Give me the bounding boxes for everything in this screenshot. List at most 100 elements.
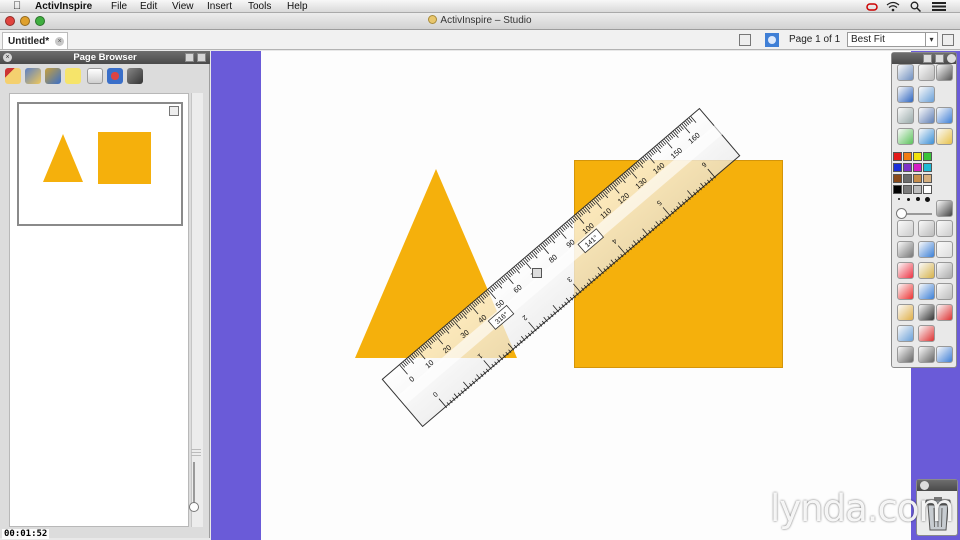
voting-browser-icon[interactable] — [127, 68, 143, 84]
activinspire-status-icon[interactable] — [866, 2, 878, 12]
thumbnail-square — [98, 132, 151, 184]
pen-width-option[interactable] — [907, 197, 910, 201]
export-icon[interactable] — [918, 107, 935, 124]
ruler-inch-label: 2 — [521, 313, 529, 321]
color-swatch[interactable] — [893, 163, 902, 172]
document-proxy-icon — [428, 15, 438, 24]
fill-icon[interactable] — [918, 262, 935, 279]
tab-untitled[interactable]: Untitled* × — [2, 32, 69, 49]
color-swatch[interactable] — [913, 174, 922, 183]
color-swatch[interactable] — [903, 163, 912, 172]
menu-file[interactable]: File — [111, 0, 127, 13]
highlighter-icon[interactable] — [918, 241, 935, 258]
color-swatch[interactable] — [923, 174, 932, 183]
color-swatch[interactable] — [923, 185, 932, 194]
page-menu-icon[interactable] — [169, 106, 179, 116]
line-icon[interactable] — [918, 283, 935, 300]
clone-icon[interactable] — [936, 220, 953, 237]
pen-yellow-icon[interactable] — [936, 128, 953, 145]
color-swatch[interactable] — [923, 163, 932, 172]
tab-close-icon[interactable]: × — [55, 37, 65, 46]
panel-pin-icon[interactable] — [185, 53, 194, 62]
zoom-page-icon[interactable] — [918, 86, 935, 103]
thumbnail-size-slider-knob[interactable] — [189, 502, 199, 512]
flipchart-icon[interactable] — [897, 64, 914, 81]
menu-help[interactable]: Help — [287, 0, 308, 13]
pen-width-option[interactable] — [925, 196, 930, 202]
magic-wand-icon[interactable] — [918, 220, 935, 237]
notification-list-icon[interactable] — [932, 2, 946, 11]
rotate-icon[interactable] — [936, 283, 953, 300]
toolbox-close-icon[interactable] — [947, 54, 956, 63]
eraser-icon[interactable] — [897, 262, 914, 279]
toolbar-menu-icon[interactable] — [942, 34, 954, 46]
properties-browser-icon[interactable] — [87, 68, 103, 84]
text-icon[interactable] — [918, 304, 935, 321]
menu-bar:  ActivInspire File Edit View Insert Too… — [0, 0, 960, 13]
apple-menu-icon[interactable]:  — [13, 0, 21, 13]
page-view-icon[interactable] — [739, 34, 751, 46]
toolbox-dock-icon[interactable] — [935, 54, 944, 63]
connector-icon[interactable] — [936, 262, 953, 279]
pen-icon[interactable] — [897, 241, 914, 258]
shape-icon[interactable] — [897, 283, 914, 300]
color-swatch[interactable] — [903, 185, 912, 194]
ruler-inch-label: 5 — [655, 198, 663, 206]
toolbox-pin-icon[interactable] — [923, 54, 932, 63]
color-swatch[interactable] — [903, 174, 912, 183]
save-icon[interactable] — [936, 200, 953, 217]
menu-insert[interactable]: Insert — [207, 0, 232, 13]
panel-close-icon[interactable]: × — [3, 53, 12, 62]
dual-user-tool-icon[interactable] — [936, 107, 953, 124]
color-swatch[interactable] — [913, 185, 922, 194]
clear-icon[interactable] — [897, 325, 914, 342]
ruler-inch-label: 6 — [700, 160, 708, 168]
color-swatch[interactable] — [903, 152, 912, 161]
select-icon[interactable] — [897, 220, 914, 237]
desktop-icon[interactable] — [918, 64, 935, 81]
menu-tools[interactable]: Tools — [248, 0, 271, 13]
resize-grip[interactable] — [191, 449, 201, 458]
globe-icon[interactable] — [918, 128, 935, 145]
window-title: ActivInspire – Studio — [0, 15, 960, 26]
object-browser-icon[interactable] — [45, 68, 61, 84]
play-icon[interactable] — [897, 128, 914, 145]
color-swatch[interactable] — [893, 174, 902, 183]
dual-user-icon[interactable] — [765, 33, 779, 47]
page-browser-icon[interactable] — [5, 68, 21, 84]
color-swatch[interactable] — [913, 163, 922, 172]
desktop-annotate-icon[interactable] — [897, 86, 914, 103]
delete-icon[interactable] — [936, 304, 953, 321]
panel-dock-icon[interactable] — [197, 53, 206, 62]
menu-edit[interactable]: Edit — [140, 0, 157, 13]
zoom-select[interactable]: Best Fit ▾ — [847, 32, 938, 47]
tab-label: Untitled* — [8, 36, 50, 47]
action-browser-icon[interactable] — [107, 68, 123, 84]
app-menu[interactable]: ActivInspire — [35, 0, 92, 13]
page-browser-title: Page Browser — [73, 52, 137, 63]
color-swatch[interactable] — [913, 152, 922, 161]
print-icon[interactable] — [897, 107, 914, 124]
page-indicator: Page 1 of 1 — [789, 34, 841, 45]
pen-width-option[interactable] — [898, 198, 900, 200]
color-swatch[interactable] — [923, 152, 932, 161]
notes-browser-icon[interactable] — [65, 68, 81, 84]
page-thumbnail[interactable] — [17, 102, 183, 226]
color-swatch[interactable] — [893, 185, 902, 194]
resource-browser-icon[interactable] — [25, 68, 41, 84]
menu-view[interactable]: View — [172, 0, 194, 13]
resource-icon[interactable] — [897, 304, 914, 321]
color-swatch[interactable] — [893, 152, 902, 161]
window-title-text: ActivInspire – Studio — [440, 15, 532, 26]
undo-icon[interactable] — [897, 346, 914, 363]
wifi-icon[interactable] — [886, 1, 900, 12]
more-tools-icon[interactable] — [936, 346, 953, 363]
redo-icon[interactable] — [918, 346, 935, 363]
camera-tool-icon[interactable] — [936, 64, 953, 81]
ruler-menu-icon[interactable] — [532, 268, 542, 278]
pen-width-slider-knob[interactable] — [896, 208, 907, 219]
reset-icon[interactable] — [918, 325, 935, 342]
pen-width-option[interactable] — [916, 197, 920, 201]
pages-icon[interactable] — [936, 241, 953, 258]
spotlight-search-icon[interactable] — [910, 1, 921, 12]
